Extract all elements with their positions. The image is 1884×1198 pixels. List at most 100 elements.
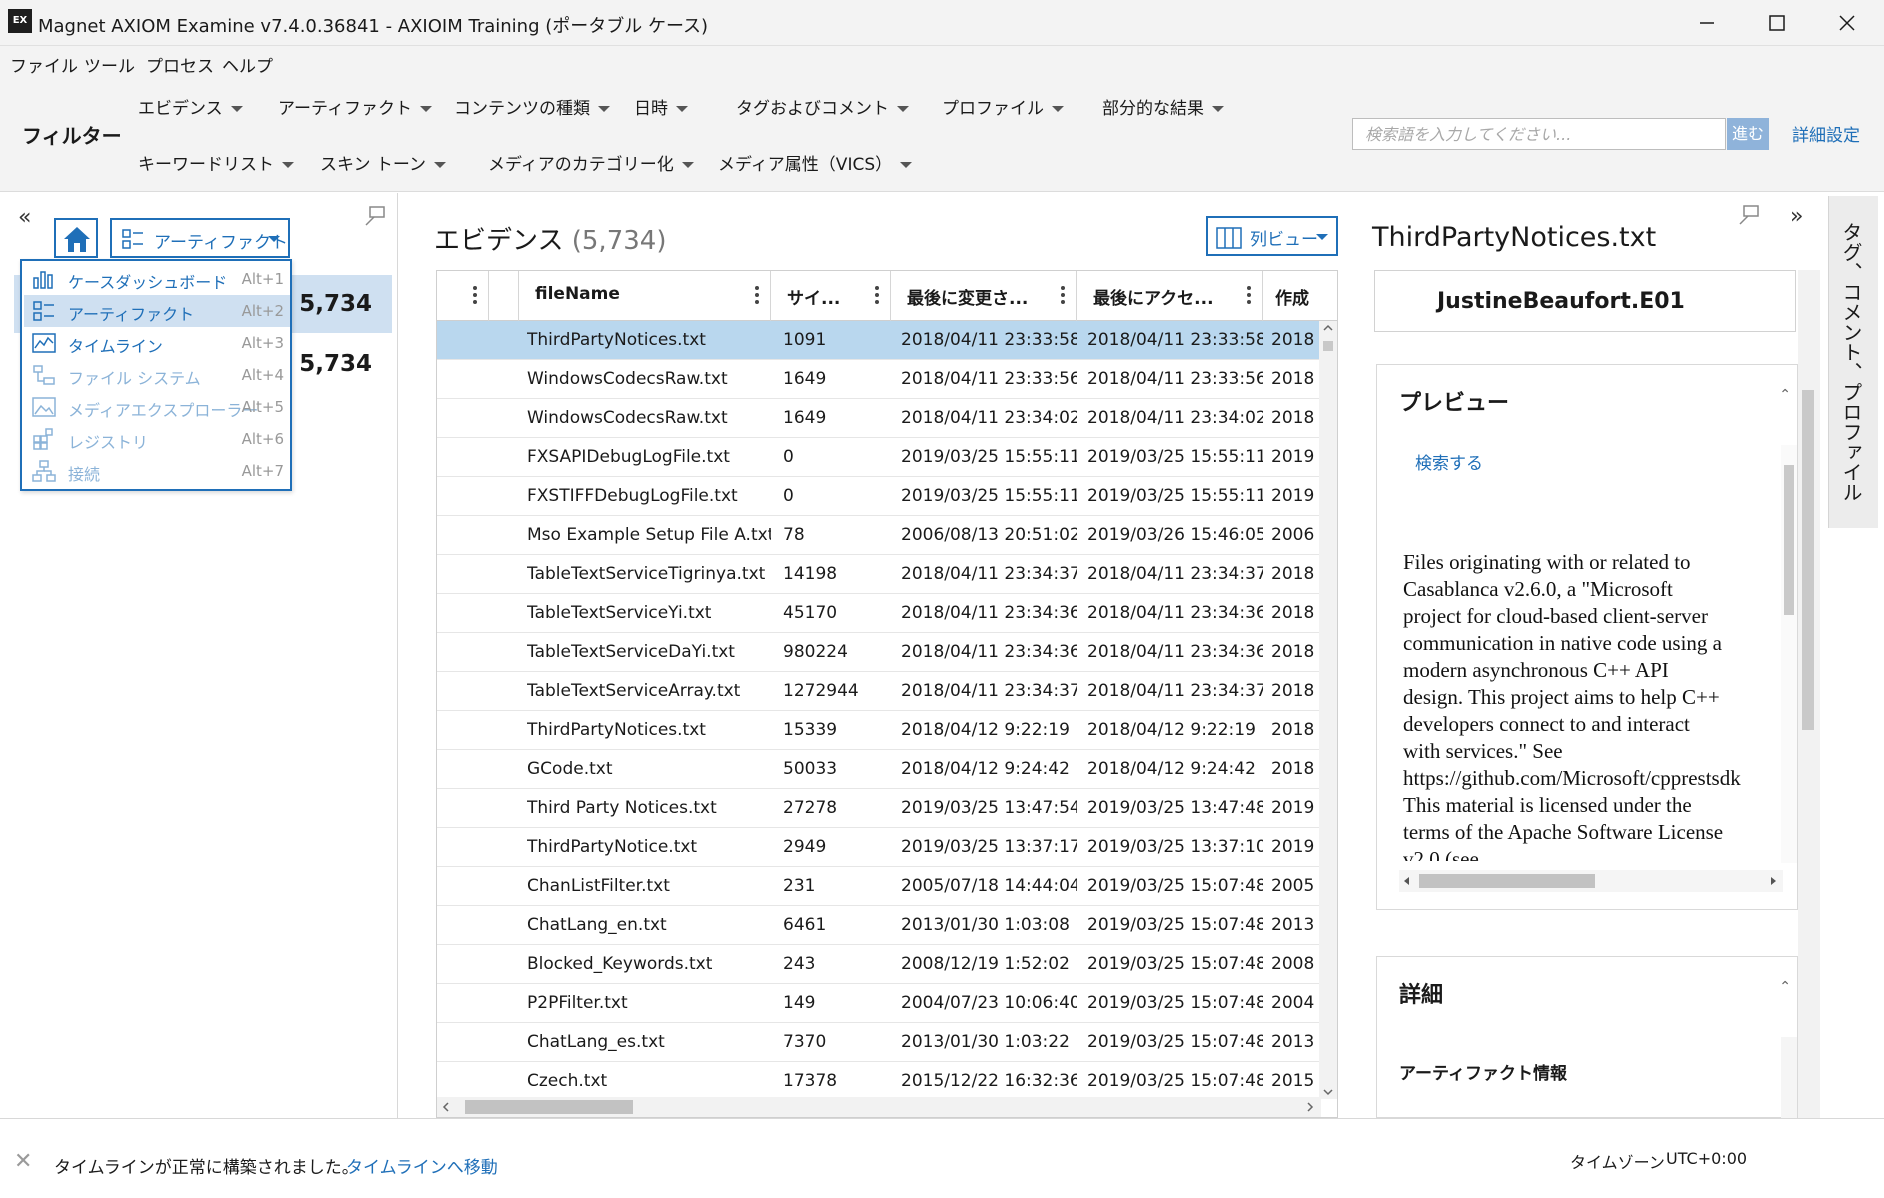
filter-profile[interactable]: プロファイル bbox=[942, 94, 1064, 119]
table-row[interactable]: Mso Example Setup File A.txt 78 2006/08/13… bbox=[437, 516, 1321, 555]
detail-panel-scrollbar[interactable] bbox=[1798, 270, 1820, 1118]
filter-keyword-list[interactable]: キーワードリスト bbox=[138, 150, 294, 175]
scroll-thumb[interactable] bbox=[465, 1100, 633, 1114]
preview-horizontal-scrollbar[interactable] bbox=[1399, 870, 1783, 892]
columns-icon bbox=[1216, 227, 1242, 249]
kebab-icon[interactable] bbox=[874, 285, 880, 305]
preview-search-link[interactable]: 検索する bbox=[1415, 449, 1483, 474]
scroll-thumb[interactable] bbox=[1784, 465, 1794, 615]
view-menu-item-case-dashboard[interactable]: ケースダッシュボード Alt+1 bbox=[24, 263, 290, 295]
table-row[interactable]: FXSAPIDebugLogFile.txt 0 2019/03/25 15:55:… bbox=[437, 438, 1321, 477]
table-row[interactable]: ChatLang_en.txt 6461 2013/01/30 1:03:08 201… bbox=[437, 906, 1321, 945]
table-row[interactable]: TableTextServiceArray.txt 1272944 2018/04/… bbox=[437, 672, 1321, 711]
filter-tags-comments[interactable]: タグおよびコメント bbox=[736, 94, 909, 119]
view-menu-item-media-explorer[interactable]: メディアエクスプローラー Alt+5 bbox=[24, 391, 290, 423]
advanced-settings-link[interactable]: 詳細設定 bbox=[1792, 121, 1860, 146]
kebab-icon[interactable] bbox=[754, 285, 760, 305]
table-vertical-scrollbar[interactable] bbox=[1319, 321, 1337, 1099]
filter-evidence[interactable]: エビデンス bbox=[138, 94, 243, 119]
filter-datetime[interactable]: 日時 bbox=[634, 94, 688, 119]
maximize-button[interactable] bbox=[1742, 0, 1812, 46]
details-vertical-scrollbar[interactable] bbox=[1781, 1037, 1797, 1119]
filter-skin-tone[interactable]: スキン トーン bbox=[320, 150, 447, 175]
kebab-icon[interactable] bbox=[1060, 285, 1066, 305]
view-menu-item-artifact[interactable]: アーティファクト Alt+2 bbox=[24, 295, 290, 327]
filter-media-categorization[interactable]: メディアのカテゴリー化 bbox=[488, 150, 694, 175]
table-row[interactable]: TableTextServiceYi.txt 45170 2018/04/11 23… bbox=[437, 594, 1321, 633]
collapse-right-icon[interactable]: » bbox=[1790, 204, 1803, 229]
column-header-accessed[interactable]: 最後にアクセ... bbox=[1077, 271, 1263, 321]
scroll-thumb[interactable] bbox=[1419, 874, 1595, 888]
table-cell: 1649 bbox=[783, 408, 827, 428]
table-row[interactable]: TableTextServiceTigrinya.txt 14198 2018/04… bbox=[437, 555, 1321, 594]
table-horizontal-scrollbar[interactable] bbox=[437, 1097, 1321, 1117]
table-cell: P2PFilter.txt bbox=[527, 993, 628, 1013]
scroll-thumb[interactable] bbox=[1802, 390, 1814, 730]
table-row[interactable]: ThirdPartyNotices.txt 15339 2018/04/12 9:2… bbox=[437, 711, 1321, 750]
kebab-icon[interactable] bbox=[472, 285, 478, 305]
menu-tools[interactable]: ツール bbox=[84, 52, 135, 77]
table-row[interactable]: WindowsCodecsRaw.txt 1649 2018/04/11 23:33… bbox=[437, 360, 1321, 399]
view-menu-shortcut: Alt+5 bbox=[241, 398, 284, 416]
search-go-button[interactable]: 進む bbox=[1727, 118, 1769, 150]
view-selector-dropdown[interactable]: アーティファクト bbox=[110, 218, 290, 258]
timezone-value[interactable]: UTC+0:00 bbox=[1666, 1149, 1747, 1168]
table-row[interactable]: WindowsCodecsRaw.txt 1649 2018/04/11 23:34… bbox=[437, 399, 1321, 438]
scroll-thumb[interactable] bbox=[1323, 341, 1333, 351]
menu-help[interactable]: ヘルプ bbox=[222, 52, 273, 77]
close-button[interactable] bbox=[1812, 0, 1882, 46]
table-row[interactable]: ChanListFilter.txt 231 2005/07/18 14:44:04… bbox=[437, 867, 1321, 906]
tags-comments-profiles-tab[interactable]: タグ、コメント、プロファイル bbox=[1828, 196, 1878, 528]
table-row[interactable]: Czech.txt 17378 2015/12/22 16:32:36 2019/03… bbox=[437, 1062, 1321, 1101]
column-view-button[interactable]: 列ビュー bbox=[1206, 216, 1338, 256]
scroll-right-icon[interactable] bbox=[1767, 870, 1779, 892]
filter-artifact[interactable]: アーティファクト bbox=[278, 94, 432, 119]
view-menu-item-connections[interactable]: 接続 Alt+7 bbox=[24, 455, 290, 487]
filter-media-attributes-label: メディア属性（VICS） bbox=[718, 155, 893, 175]
dismiss-icon[interactable]: ✕ bbox=[14, 1149, 32, 1174]
view-menu-item-timeline[interactable]: タイムライン Alt+3 bbox=[24, 327, 290, 359]
menu-process[interactable]: プロセス bbox=[146, 52, 214, 77]
table-row[interactable]: FXSTIFFDebugLogFile.txt 0 2019/03/25 15:55… bbox=[437, 477, 1321, 516]
home-button[interactable] bbox=[54, 218, 98, 258]
filter-content-type[interactable]: コンテンツの種類 bbox=[454, 94, 610, 119]
table-row[interactable]: GCode.txt 50033 2018/04/12 9:24:42 2018/04/… bbox=[437, 750, 1321, 789]
collapse-card-icon[interactable]: ⌃ bbox=[1779, 979, 1791, 995]
table-row[interactable]: ChatLang_es.txt 7370 2013/01/30 1:03:22 201… bbox=[437, 1023, 1321, 1062]
pin-icon[interactable] bbox=[1738, 204, 1760, 230]
preview-vertical-scrollbar[interactable] bbox=[1781, 445, 1797, 863]
table-cell: 2018/04/11 23:34:37 bbox=[901, 681, 1077, 701]
go-to-timeline-link[interactable]: タイムラインへ移動 bbox=[346, 1153, 498, 1178]
column-header-created[interactable]: 作成 bbox=[1263, 271, 1337, 321]
filter-media-attributes[interactable]: メディア属性（VICS） bbox=[718, 150, 913, 175]
view-menu-item-file-system[interactable]: ファイル システム Alt+4 bbox=[24, 359, 290, 391]
view-menu-item-registry[interactable]: レジストリ Alt+6 bbox=[24, 423, 290, 455]
table-cell: 2018/04/11 23:34:36 bbox=[901, 642, 1077, 662]
table-row[interactable]: ThirdPartyNotices.txt 1091 2018/04/11 23:3… bbox=[437, 321, 1321, 360]
table-row[interactable]: P2PFilter.txt 149 2004/07/23 10:06:40 2019/… bbox=[437, 984, 1321, 1023]
collapse-card-icon[interactable]: ⌃ bbox=[1779, 387, 1791, 403]
scroll-left-icon[interactable] bbox=[439, 1097, 453, 1117]
scroll-down-icon[interactable] bbox=[1319, 1085, 1337, 1099]
table-cell: 2019/03/25 15:07:48 bbox=[1087, 915, 1263, 935]
kebab-icon[interactable] bbox=[1246, 285, 1252, 305]
scroll-right-icon[interactable] bbox=[1303, 1097, 1317, 1117]
column-header-size[interactable]: サイ... bbox=[771, 271, 891, 321]
table-row[interactable]: ThirdPartyNotice.txt 2949 2019/03/25 13:37… bbox=[437, 828, 1321, 867]
table-row[interactable]: TableTextServiceDaYi.txt 980224 2018/04/11… bbox=[437, 633, 1321, 672]
column-header-filename[interactable]: fileName bbox=[519, 271, 771, 321]
table-row[interactable]: Third Party Notices.txt 27278 2019/03/25 1… bbox=[437, 789, 1321, 828]
column-header-modified[interactable]: 最後に変更さ... bbox=[891, 271, 1077, 321]
scroll-up-icon[interactable] bbox=[1319, 321, 1337, 335]
search-input[interactable] bbox=[1352, 118, 1726, 150]
scroll-left-icon[interactable] bbox=[1401, 870, 1413, 892]
pin-icon[interactable] bbox=[364, 205, 386, 231]
minimize-button[interactable] bbox=[1672, 0, 1742, 46]
connections-icon bbox=[32, 460, 56, 482]
row-options-header[interactable] bbox=[437, 271, 489, 321]
collapse-left-icon[interactable]: « bbox=[18, 205, 31, 230]
table-cell: WindowsCodecsRaw.txt bbox=[527, 369, 728, 389]
menu-file[interactable]: ファイル bbox=[10, 52, 78, 77]
table-row[interactable]: Blocked_Keywords.txt 243 2008/12/19 1:52:0… bbox=[437, 945, 1321, 984]
filter-partial-results[interactable]: 部分的な結果 bbox=[1102, 94, 1224, 119]
